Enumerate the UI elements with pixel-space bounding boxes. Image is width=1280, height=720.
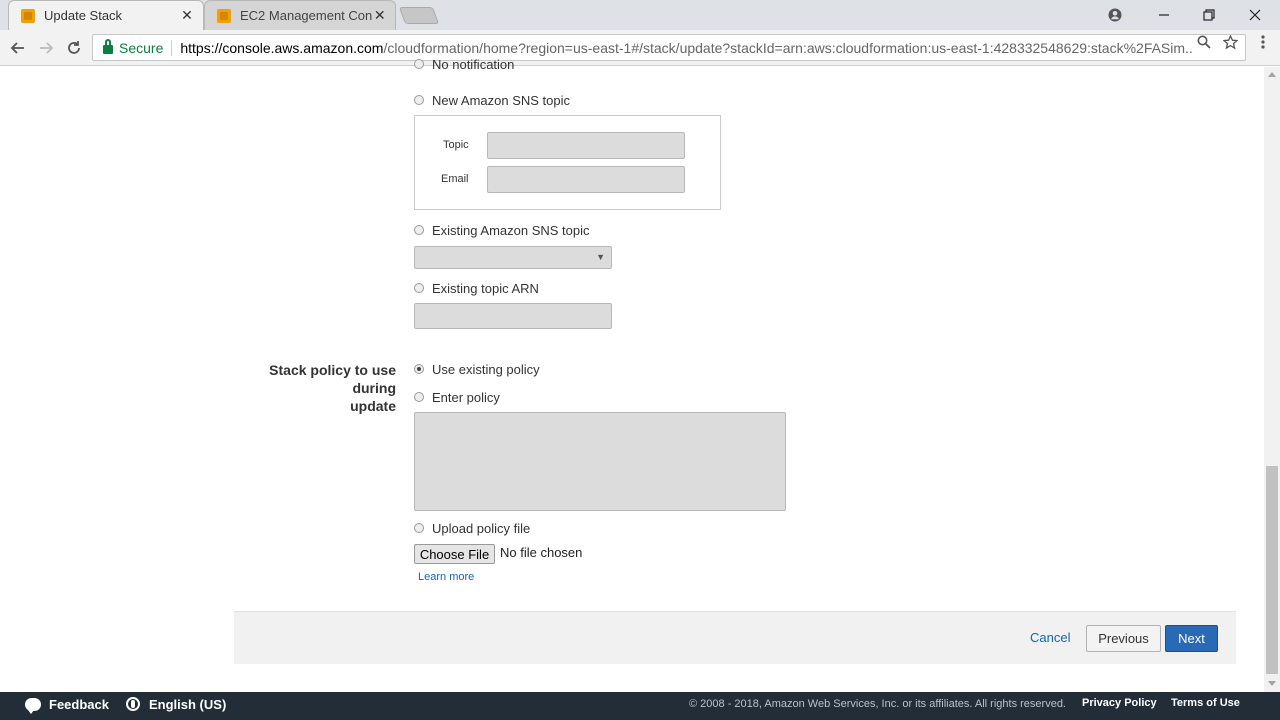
radio-upload-policy-file[interactable] bbox=[414, 523, 424, 533]
profile-icon[interactable] bbox=[1092, 0, 1138, 30]
label-no-notification: No notification bbox=[432, 57, 515, 72]
minimize-icon[interactable] bbox=[1141, 0, 1187, 30]
new-tab-button[interactable] bbox=[398, 7, 440, 24]
policy-textarea[interactable] bbox=[414, 412, 786, 511]
feedback-label: Feedback bbox=[49, 696, 109, 712]
radio-no-notification[interactable] bbox=[414, 59, 424, 69]
page-content: No notification New Amazon SNS topic Top… bbox=[0, 57, 1264, 692]
copyright-text: © 2008 - 2018, Amazon Web Services, Inc.… bbox=[689, 698, 1066, 710]
choose-file-button[interactable]: Choose File bbox=[414, 544, 495, 564]
url-host: https://console.aws.amazon.com bbox=[180, 39, 384, 56]
tab-update-stack[interactable]: Update Stack ✕ bbox=[8, 0, 204, 30]
topic-label: Topic bbox=[443, 139, 469, 151]
file-status: No file chosen bbox=[500, 545, 583, 560]
globe-icon bbox=[126, 697, 140, 711]
language-selector[interactable]: English (US) bbox=[126, 692, 226, 716]
reload-icon[interactable] bbox=[61, 35, 87, 61]
cancel-link[interactable]: Cancel bbox=[1030, 630, 1070, 645]
address-bar[interactable]: Secure https://console.aws.amazon.com/cl… bbox=[92, 34, 1246, 61]
close-icon[interactable]: ✕ bbox=[372, 7, 387, 24]
url-path: /cloudformation/home?region=us-east-1#/s… bbox=[383, 39, 1193, 56]
forward-arrow-icon[interactable] bbox=[33, 35, 59, 61]
privacy-policy-link[interactable]: Privacy Policy bbox=[1082, 697, 1157, 709]
feedback-button[interactable]: Feedback bbox=[25, 692, 109, 716]
existing-topic-arn-input[interactable] bbox=[414, 303, 612, 329]
bookmark-star-icon[interactable] bbox=[1221, 34, 1239, 51]
next-button[interactable]: Next bbox=[1165, 625, 1218, 652]
tab-ec2-management[interactable]: EC2 Management Conso ✕ bbox=[204, 0, 396, 30]
radio-existing-sns-topic[interactable] bbox=[414, 225, 424, 235]
label-upload-policy-file: Upload policy file bbox=[432, 521, 531, 536]
secure-label: Secure bbox=[119, 39, 164, 56]
scroll-down-arrow-icon[interactable] bbox=[1268, 681, 1276, 686]
radio-enter-policy[interactable] bbox=[414, 392, 424, 402]
stack-policy-label-line1: Stack policy to use during bbox=[269, 362, 396, 396]
lock-icon bbox=[103, 39, 113, 54]
divider bbox=[171, 39, 173, 56]
window-close-icon[interactable] bbox=[1232, 0, 1278, 30]
terms-of-use-link[interactable]: Terms of Use bbox=[1171, 697, 1240, 709]
dropdown-arrow-icon: ▼ bbox=[596, 252, 605, 262]
radio-existing-topic-arn[interactable] bbox=[414, 283, 424, 293]
label-new-sns-topic: New Amazon SNS topic bbox=[432, 93, 571, 108]
aws-cube-icon bbox=[21, 8, 35, 23]
label-enter-policy: Enter policy bbox=[432, 390, 500, 405]
previous-button[interactable]: Previous bbox=[1086, 625, 1161, 652]
menu-kebab-icon[interactable] bbox=[1255, 35, 1271, 51]
toolbar: Secure https://console.aws.amazon.com/cl… bbox=[0, 30, 1280, 66]
scrollbar-thumb[interactable] bbox=[1266, 466, 1278, 674]
tab-title: Update Stack bbox=[44, 8, 123, 23]
close-icon[interactable]: ✕ bbox=[179, 7, 195, 24]
email-label: Email bbox=[441, 173, 469, 185]
speech-bubble-icon bbox=[25, 697, 41, 714]
email-input[interactable] bbox=[487, 166, 685, 193]
new-sns-topic-panel: Topic Email bbox=[414, 115, 721, 210]
back-arrow-icon[interactable] bbox=[5, 35, 31, 61]
url-text: https://console.aws.amazon.com/cloudform… bbox=[180, 40, 1192, 56]
zoom-icon[interactable] bbox=[1196, 35, 1212, 51]
scroll-up-arrow-icon[interactable] bbox=[1268, 72, 1276, 77]
tab-strip: Update Stack ✕ EC2 Management Conso ✕ bbox=[0, 0, 1280, 30]
label-existing-sns-topic: Existing Amazon SNS topic bbox=[432, 223, 590, 238]
learn-more-link[interactable]: Learn more bbox=[418, 571, 474, 583]
existing-sns-topic-select[interactable]: ▼ bbox=[414, 246, 612, 269]
radio-new-sns-topic[interactable] bbox=[414, 95, 424, 105]
stack-policy-label-line2: update bbox=[350, 398, 396, 414]
label-use-existing-policy: Use existing policy bbox=[432, 362, 540, 377]
tab-title: EC2 Management Conso bbox=[240, 8, 373, 23]
restore-icon[interactable] bbox=[1186, 0, 1232, 30]
aws-cube-icon bbox=[217, 8, 231, 23]
topic-input[interactable] bbox=[487, 132, 685, 159]
radio-use-existing-policy[interactable] bbox=[414, 364, 424, 374]
language-label: English (US) bbox=[149, 696, 227, 712]
console-footer: Feedback English (US) © 2008 - 2018, Ama… bbox=[0, 692, 1280, 720]
stack-policy-label: Stack policy to use during update bbox=[236, 361, 396, 415]
label-existing-topic-arn: Existing topic ARN bbox=[432, 281, 539, 296]
